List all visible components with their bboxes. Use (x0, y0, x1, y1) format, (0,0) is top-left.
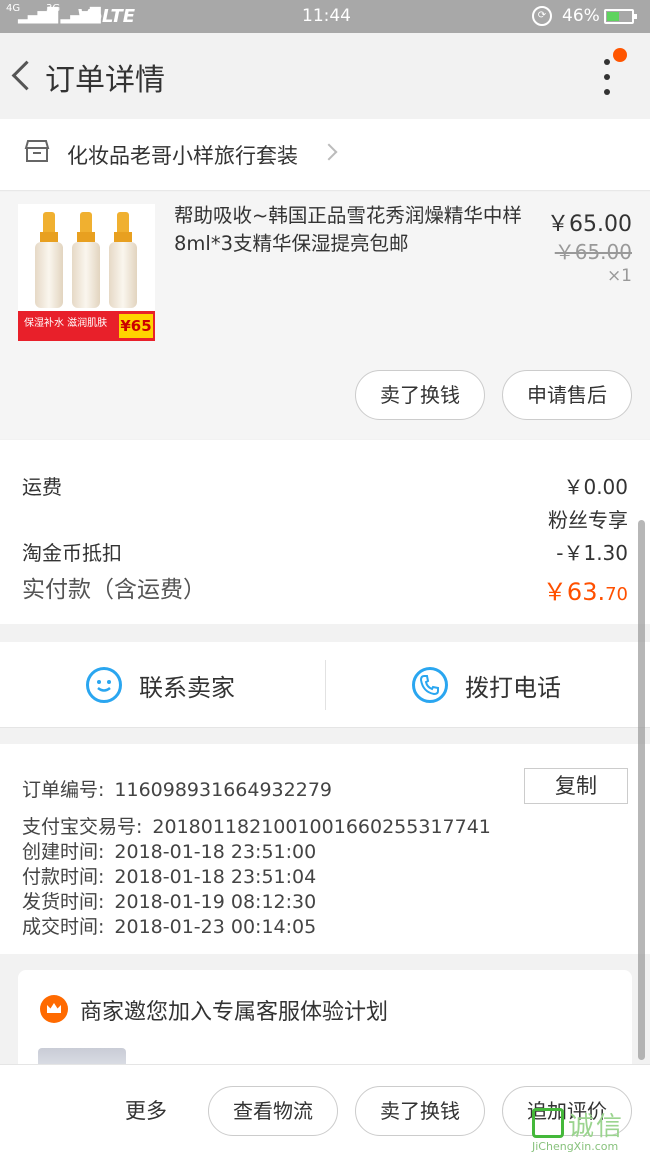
paid-total-decimal: 70 (605, 584, 628, 605)
call-phone-label: 拨打电话 (465, 674, 561, 702)
product-thumbnail[interactable]: 保湿补水 滋润肌肤 ¥65 (18, 204, 155, 341)
status-bar: 4G ▂▄▆█ ▂▄▆█ 3G VoLTE 11:44 ⟳ 46% (0, 0, 650, 33)
bottle-image (71, 212, 101, 310)
after-sales-button[interactable]: 申请售后 (502, 370, 632, 420)
bottle-image (34, 212, 64, 310)
shop-name: 化妆品老哥小样旅行套装 (67, 144, 298, 168)
paid-total-main: ￥63. (542, 578, 606, 606)
alipay-trade-row: 支付宝交易号: 2018011821001001660255317741 (22, 812, 491, 839)
product-title[interactable]: 帮助吸收~韩国正品雪花秀润燥精华中样8ml*3支精华保湿提亮包邮 (174, 202, 534, 258)
alipay-trade-number: 2018011821001001660255317741 (152, 816, 491, 838)
battery-percent: 46% (562, 6, 600, 26)
crown-icon (40, 995, 68, 1023)
info-key: 订单编号: (22, 779, 105, 801)
contact-seller-button[interactable]: 联系卖家 (0, 642, 325, 728)
thumbnail-banner-text: 保湿补水 滋润肌肤 (24, 318, 108, 329)
phone-icon (412, 667, 448, 703)
chevron-right-icon (320, 143, 338, 161)
shipping-value: ￥0.00 (563, 475, 628, 499)
site-watermark: 诚信 JiChengXin.com (532, 1104, 650, 1155)
watermark-logo-icon (532, 1108, 564, 1138)
order-number: 116098931664932279 (114, 779, 332, 801)
order-item[interactable]: 保湿补水 滋润肌肤 ¥65 帮助吸收~韩国正品雪花秀润燥精华中样8ml*3支精华… (0, 192, 650, 439)
created-time: 2018-01-18 23:51:00 (114, 841, 317, 863)
resell-button[interactable]: 卖了换钱 (355, 370, 485, 420)
copy-button[interactable]: 复制 (524, 768, 628, 804)
more-button[interactable]: 更多 (125, 1095, 167, 1125)
info-key: 发货时间: (22, 891, 105, 913)
store-icon (24, 140, 50, 162)
scrollbar[interactable] (638, 520, 645, 1060)
paid-time-row: 付款时间: 2018-01-18 23:51:04 (22, 862, 316, 889)
paid-total-value: ￥63.70 (543, 572, 628, 607)
more-menu-button[interactable] (596, 48, 627, 99)
info-key: 创建时间: (22, 841, 105, 863)
resell-button-bottom[interactable]: 卖了换钱 (355, 1086, 485, 1136)
info-key: 付款时间: (22, 866, 105, 888)
shipped-time: 2018-01-19 08:12:30 (114, 891, 317, 913)
coin-deduction-label: 淘金币抵扣 (22, 541, 122, 565)
info-key: 成交时间: (22, 916, 105, 938)
signal-label-right: 3G (46, 3, 61, 14)
order-number-row: 订单编号: 116098931664932279 (22, 775, 332, 802)
battery-icon (604, 9, 637, 24)
order-info: 订单编号: 116098931664932279 复制 支付宝交易号: 201801… (0, 744, 650, 954)
page-title: 订单详情 (45, 63, 165, 98)
call-phone-button[interactable]: 拨打电话 (326, 642, 650, 728)
back-arrow-icon[interactable] (8, 55, 34, 95)
dot-icon (604, 74, 610, 80)
watermark-url: JiChengXin.com (532, 1140, 619, 1153)
cost-summary: 运费 ￥0.00 粉丝专享 淘金币抵扣 -￥1.30 实付款（含运费） ￥63.… (0, 440, 650, 624)
contact-seller-label: 联系卖家 (139, 674, 235, 702)
rotation-lock-icon: ⟳ (532, 6, 552, 26)
notification-dot (613, 48, 627, 62)
view-logistics-button[interactable]: 查看物流 (208, 1086, 338, 1136)
product-price: ￥65.00 (547, 212, 632, 237)
paid-time: 2018-01-18 23:51:04 (114, 866, 317, 888)
shipped-time-row: 发货时间: 2018-01-19 08:12:30 (22, 887, 316, 914)
thumbnail-price-tag: ¥65 (119, 314, 153, 338)
coin-deduction-value: -￥1.30 (556, 541, 628, 565)
contact-bar: 联系卖家 拨打电话 (0, 642, 650, 728)
shipping-label: 运费 (22, 475, 62, 499)
dot-icon (604, 59, 610, 65)
product-original-price: ￥65.00 (554, 240, 632, 264)
promo-title: 商家邀您加入专属客服体验计划 (80, 1000, 389, 1025)
info-key: 支付宝交易号: (22, 816, 143, 838)
completed-time: 2018-01-23 00:14:05 (114, 916, 317, 938)
thumbnail-banner: 保湿补水 滋润肌肤 ¥65 (18, 311, 155, 341)
shop-row[interactable]: 化妆品老哥小样旅行套装 (0, 119, 650, 191)
completed-time-row: 成交时间: 2018-01-23 00:14:05 (22, 912, 316, 939)
nav-bar: 订单详情 (0, 33, 650, 119)
network-label: VoLTE (77, 6, 136, 27)
chat-smile-icon (86, 667, 122, 703)
fan-exclusive-badge: 粉丝专享 (548, 508, 628, 532)
dot-icon (604, 89, 610, 95)
created-time-row: 创建时间: 2018-01-18 23:51:00 (22, 837, 316, 864)
product-quantity: ×1 (606, 266, 632, 286)
clock: 11:44 (302, 6, 351, 26)
bottle-image (108, 212, 138, 310)
battery-fill (607, 12, 619, 21)
watermark-text: 诚信 (568, 1112, 625, 1142)
paid-total-label: 实付款（含运费） (22, 577, 206, 603)
